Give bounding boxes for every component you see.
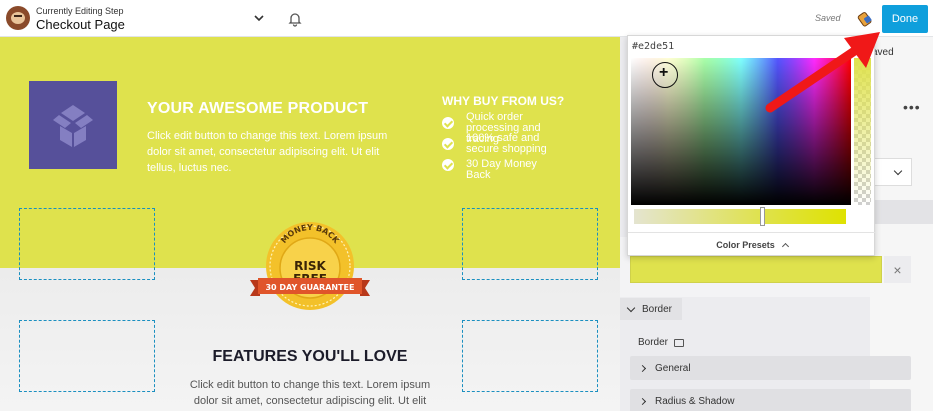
- page-canvas: YOUR AWESOME PRODUCT Click edit button t…: [0, 37, 620, 411]
- empty-column-placeholder[interactable]: [19, 208, 155, 280]
- product-description[interactable]: Click edit button to change this text. L…: [147, 128, 407, 176]
- chevron-right-icon: [638, 397, 647, 405]
- annotation-arrow: [765, 32, 880, 113]
- money-back-badge[interactable]: MONEY BACK RISK FREE 30 DAY GUARANTEE: [250, 220, 370, 320]
- list-item[interactable]: 30 Day Money Back: [442, 158, 561, 181]
- step-label: Currently Editing Step: [36, 6, 124, 16]
- check-circle-icon: [442, 159, 454, 171]
- chevron-down-icon: [626, 303, 636, 312]
- opacity-slider[interactable]: [634, 209, 846, 224]
- why-buy-list: Quick order processing and tracing 100% …: [442, 112, 561, 181]
- empty-column-placeholder[interactable]: [462, 208, 598, 280]
- features-title[interactable]: FEATURES YOU'LL LOVE: [0, 348, 620, 366]
- badge-line1: RISK: [294, 259, 326, 273]
- accordion-label: General: [655, 362, 691, 374]
- spectrum-cursor[interactable]: [652, 62, 678, 88]
- border-section-tab[interactable]: Border: [620, 298, 682, 320]
- features-description[interactable]: Click edit button to change this text. L…: [180, 377, 440, 409]
- accordion-label: Radius & Shadow: [655, 395, 735, 407]
- bell-icon[interactable]: [287, 11, 303, 27]
- list-item[interactable]: 100% safe and secure shopping: [442, 133, 561, 159]
- opacity-slider-handle[interactable]: [760, 207, 765, 226]
- step-title[interactable]: Checkout Page: [36, 17, 125, 32]
- color-presets-toggle[interactable]: Color Presets: [628, 232, 876, 257]
- border-field-label: Border: [638, 337, 669, 348]
- border-field: Border: [638, 337, 685, 348]
- check-circle-icon: [442, 117, 454, 129]
- chevron-down-icon[interactable]: [252, 11, 266, 25]
- monitor-icon[interactable]: [674, 338, 685, 347]
- accordion-general[interactable]: General: [630, 356, 911, 380]
- product-image[interactable]: [29, 81, 117, 169]
- page-root: Currently Editing Step Checkout Page Sav…: [0, 0, 933, 411]
- chevron-right-icon: [638, 364, 647, 372]
- more-dots-icon[interactable]: •••: [903, 99, 921, 115]
- dropdown-select[interactable]: [872, 158, 912, 186]
- box-icon: [53, 105, 93, 147]
- beaver-logo-icon[interactable]: [6, 6, 30, 30]
- badge-ribbon-text: 30 DAY GUARANTEE: [265, 283, 354, 292]
- list-item-text: 100% safe and secure shopping: [466, 132, 547, 155]
- list-item-text: 30 Day Money Back: [466, 158, 537, 181]
- why-buy-title[interactable]: WHY BUY FROM US?: [442, 94, 564, 108]
- accordion-radius-shadow[interactable]: Radius & Shadow: [630, 389, 911, 411]
- close-icon[interactable]: ×: [884, 256, 911, 283]
- product-title[interactable]: YOUR AWESOME PRODUCT: [147, 100, 368, 118]
- panel-band: [872, 200, 933, 224]
- color-presets-label: Color Presets: [716, 240, 775, 250]
- chevron-up-icon: [781, 242, 789, 251]
- check-circle-icon: [442, 138, 454, 150]
- border-section-label: Border: [642, 303, 673, 315]
- color-value-field[interactable]: [630, 256, 882, 283]
